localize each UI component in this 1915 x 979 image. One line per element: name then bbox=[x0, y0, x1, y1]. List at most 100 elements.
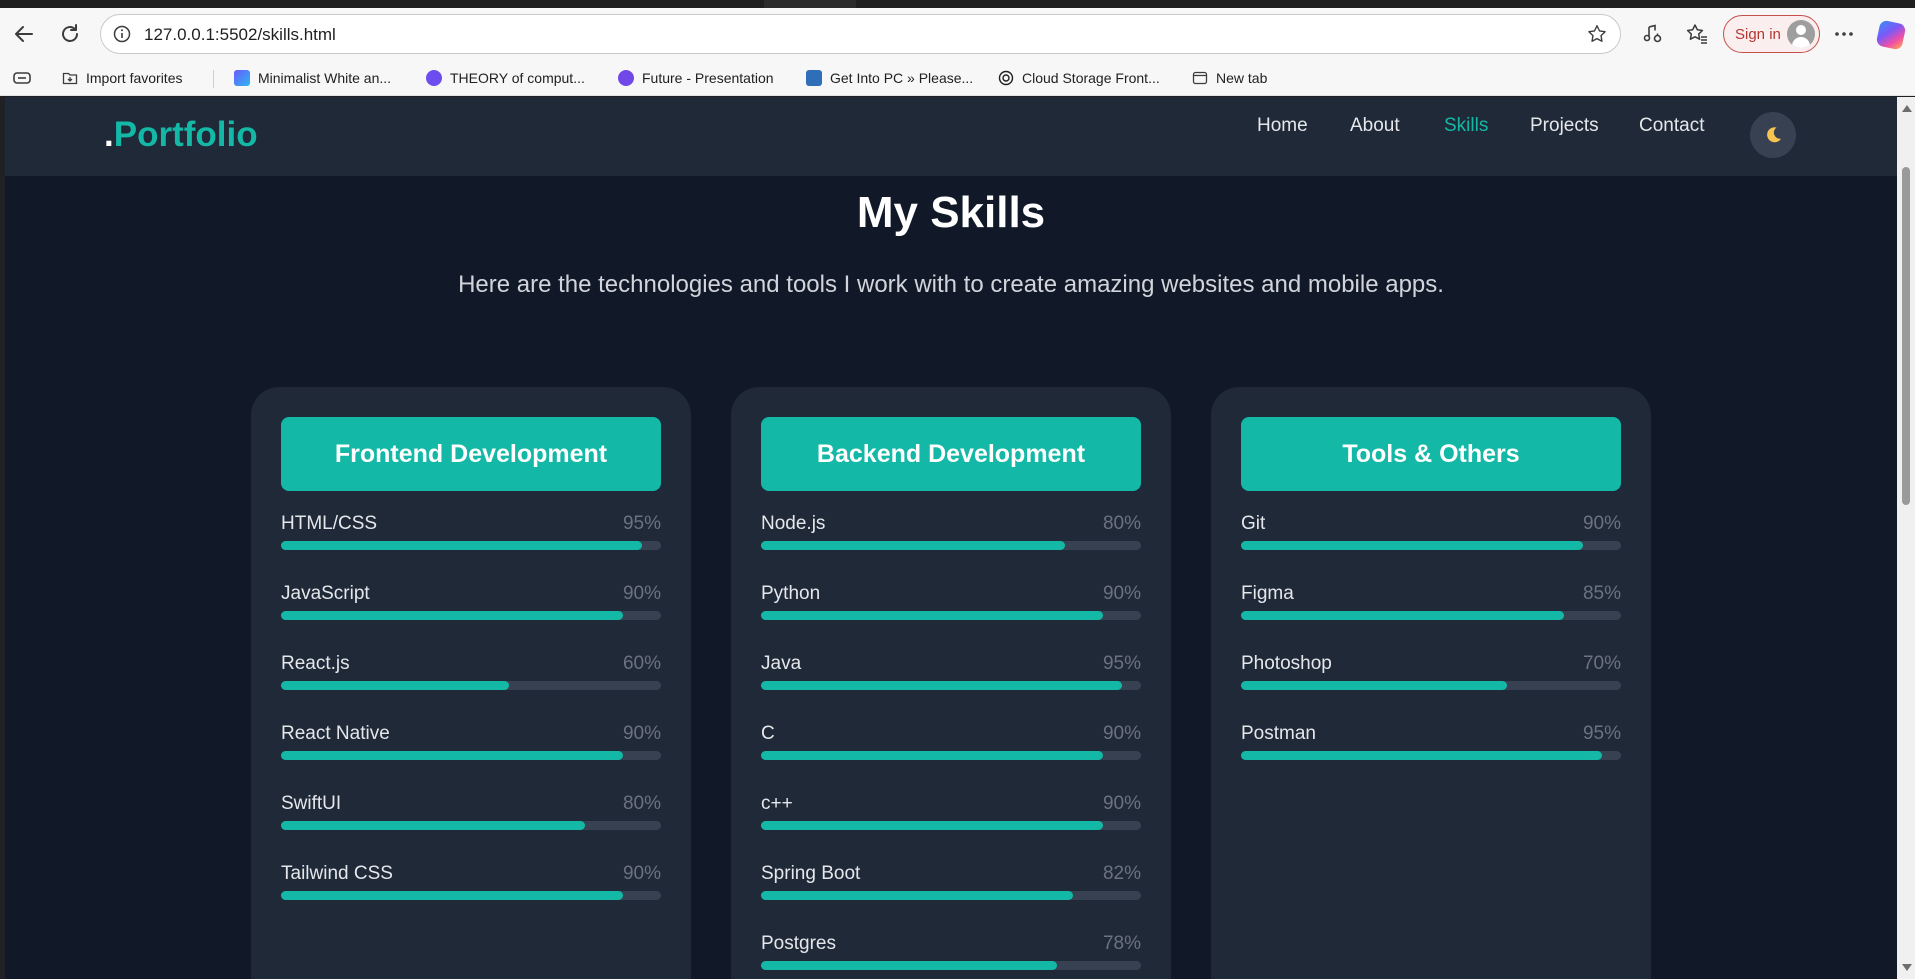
skill-row: Postman 95% bbox=[1241, 723, 1621, 773]
nav-link-about[interactable]: About bbox=[1350, 115, 1400, 137]
progress-fill bbox=[761, 751, 1103, 760]
progress-fill bbox=[281, 821, 585, 830]
skill-percent: 95% bbox=[1582, 723, 1621, 744]
site-logo[interactable]: .Portfolio bbox=[104, 115, 258, 155]
progress-fill bbox=[281, 891, 623, 900]
sidebar-toggle-icon[interactable] bbox=[4, 60, 40, 96]
progress-fill bbox=[1241, 611, 1564, 620]
back-icon[interactable] bbox=[6, 16, 42, 52]
more-menu-icon[interactable] bbox=[1826, 16, 1862, 52]
progress-track bbox=[281, 891, 661, 900]
url-text[interactable]: 127.0.0.1:5502/skills.html bbox=[144, 25, 336, 45]
skill-percent: 95% bbox=[1102, 653, 1141, 674]
bookmark-label: New tab bbox=[1216, 70, 1268, 86]
bookmark-label: Get Into PC » Please... bbox=[830, 70, 974, 86]
skill-name: Postman bbox=[1241, 723, 1316, 744]
bookmark-label: THEORY of comput... bbox=[450, 70, 585, 86]
bookmark-theory[interactable]: THEORY of comput... bbox=[426, 67, 585, 89]
page-scrollbar[interactable] bbox=[1897, 97, 1915, 979]
skill-name: Tailwind CSS bbox=[281, 863, 393, 884]
progress-track bbox=[761, 611, 1141, 620]
progress-track bbox=[1241, 541, 1621, 550]
bookmark-getintopc[interactable]: Get Into PC » Please... bbox=[806, 67, 973, 89]
getintopc-site-icon bbox=[806, 70, 822, 86]
bookmark-import-favorites[interactable]: Import favorites bbox=[62, 67, 182, 89]
bookmarks-divider bbox=[213, 70, 214, 88]
favorite-star-icon[interactable] bbox=[1586, 23, 1608, 45]
address-bar[interactable]: 127.0.0.1:5502/skills.html bbox=[100, 14, 1621, 54]
progress-track bbox=[1241, 681, 1621, 690]
copilot-icon[interactable] bbox=[1875, 19, 1907, 51]
nav-link-contact[interactable]: Contact bbox=[1639, 115, 1704, 137]
progress-track bbox=[281, 541, 661, 550]
skill-name: Spring Boot bbox=[761, 863, 861, 884]
minimalist-site-icon bbox=[234, 70, 250, 86]
progress-track bbox=[281, 681, 661, 690]
progress-track bbox=[761, 751, 1141, 760]
skill-row: HTML/CSS 95% bbox=[281, 513, 661, 563]
skill-row: Node.js 80% bbox=[761, 513, 1141, 563]
favorites-icon[interactable] bbox=[1679, 16, 1715, 52]
skill-name: Python bbox=[761, 583, 821, 604]
progress-track bbox=[281, 611, 661, 620]
tab-strip bbox=[0, 0, 1915, 8]
site-info-icon[interactable] bbox=[113, 25, 131, 43]
bookmark-new-tab[interactable]: New tab bbox=[1192, 67, 1267, 89]
nav-link-projects[interactable]: Projects bbox=[1530, 115, 1599, 137]
skill-percent: 90% bbox=[622, 863, 661, 884]
progress-track bbox=[761, 891, 1141, 900]
theme-toggle-button[interactable] bbox=[1750, 112, 1796, 158]
skill-card-backend: Backend Development Node.js 80% Python 90% Ja… bbox=[731, 387, 1171, 979]
bookmark-label: Minimalist White an... bbox=[258, 70, 392, 86]
scroll-down-icon[interactable] bbox=[1902, 964, 1912, 971]
progress-fill bbox=[761, 821, 1103, 830]
skill-row: Photoshop 70% bbox=[1241, 653, 1621, 703]
progress-track bbox=[281, 821, 661, 830]
card-title: Backend Development bbox=[761, 417, 1141, 491]
progress-fill bbox=[761, 611, 1103, 620]
skill-percent: 80% bbox=[1102, 513, 1141, 534]
theory-site-icon bbox=[426, 70, 442, 86]
skill-row: JavaScript 90% bbox=[281, 583, 661, 633]
bookmark-minimalist[interactable]: Minimalist White an... bbox=[234, 67, 391, 89]
progress-track bbox=[761, 681, 1141, 690]
progress-track bbox=[761, 961, 1141, 970]
progress-fill bbox=[281, 541, 642, 550]
nav-link-home[interactable]: Home bbox=[1257, 115, 1308, 137]
skill-percent: 90% bbox=[622, 723, 661, 744]
bookmark-label: Cloud Storage Front... bbox=[1022, 70, 1160, 86]
skill-percent: 80% bbox=[622, 793, 661, 814]
skill-card-frontend: Frontend Development HTML/CSS 95% JavaScrip… bbox=[251, 387, 691, 979]
moon-icon bbox=[1767, 127, 1781, 143]
bookmarks-bar: Import favorites Minimalist White an... … bbox=[0, 60, 1915, 96]
site-navbar: .Portfolio Home About Skills Projects Co… bbox=[5, 97, 1897, 176]
new-tab-icon bbox=[1192, 71, 1208, 85]
skill-row: SwiftUI 80% bbox=[281, 793, 661, 843]
skill-name: React Native bbox=[281, 723, 390, 744]
sign-in-label: Sign in bbox=[1735, 26, 1781, 43]
bookmark-future[interactable]: Future - Presentation bbox=[618, 67, 774, 89]
bookmark-cloud-storage[interactable]: Cloud Storage Front... bbox=[998, 67, 1160, 89]
skill-row: C 90% bbox=[761, 723, 1141, 773]
progress-fill bbox=[281, 751, 623, 760]
nav-link-skills[interactable]: Skills bbox=[1444, 115, 1488, 137]
progress-track bbox=[281, 751, 661, 760]
skill-row: Java 95% bbox=[761, 653, 1141, 703]
scrollbar-thumb[interactable] bbox=[1902, 167, 1910, 505]
skill-row: Git 90% bbox=[1241, 513, 1621, 563]
sign-in-button[interactable]: Sign in bbox=[1723, 15, 1820, 53]
card-title: Frontend Development bbox=[281, 417, 661, 491]
active-tab[interactable] bbox=[764, 0, 856, 8]
progress-fill bbox=[761, 891, 1073, 900]
skill-name: C bbox=[761, 723, 775, 744]
read-aloud-icon[interactable] bbox=[1635, 16, 1671, 52]
skill-row: Python 90% bbox=[761, 583, 1141, 633]
skill-percent: 90% bbox=[1582, 513, 1621, 534]
import-favorites-icon bbox=[62, 72, 78, 85]
scroll-up-icon[interactable] bbox=[1902, 105, 1912, 112]
reload-icon[interactable] bbox=[52, 16, 88, 52]
progress-track bbox=[761, 541, 1141, 550]
skill-row: Figma 85% bbox=[1241, 583, 1621, 633]
progress-fill bbox=[761, 681, 1122, 690]
progress-track bbox=[1241, 751, 1621, 760]
